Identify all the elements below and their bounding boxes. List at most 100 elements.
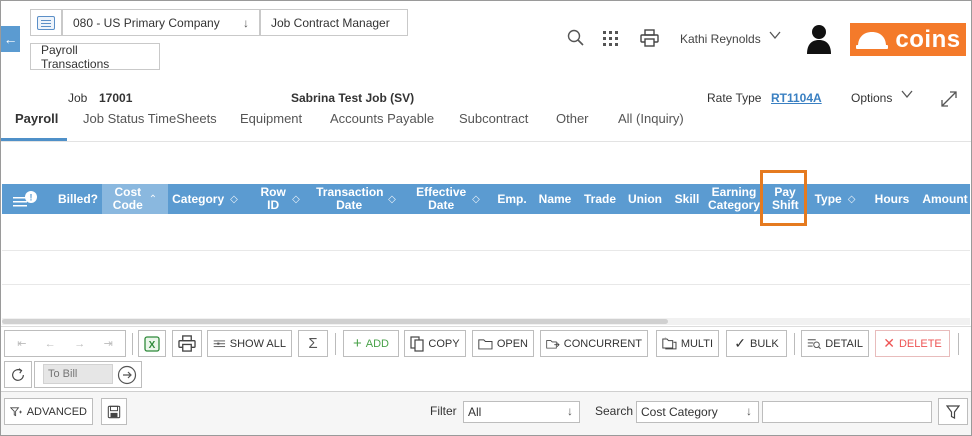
sort-icon[interactable]: ◇: [292, 193, 300, 206]
back-button[interactable]: ←: [1, 26, 20, 52]
print-icon[interactable]: [640, 29, 659, 47]
job-label: Job: [68, 91, 88, 105]
plus-icon: +: [353, 335, 362, 352]
column-name[interactable]: Name: [536, 184, 574, 214]
column-label: Billed?: [57, 191, 98, 206]
column-label: Amount: [922, 191, 968, 206]
go-arrow-icon[interactable]: [117, 365, 137, 385]
refresh-button[interactable]: [4, 361, 32, 388]
print-button[interactable]: [172, 330, 202, 357]
job-name: Sabrina Test Job (SV): [291, 91, 415, 105]
column-emp[interactable]: Emp.: [494, 184, 530, 214]
detail-icon: [807, 338, 821, 349]
last-page-icon[interactable]: ⇥: [104, 337, 113, 350]
open-button[interactable]: OPEN: [472, 330, 534, 357]
column-label: Effective Date: [416, 185, 467, 212]
divider: [1, 141, 971, 142]
filter-value: All: [468, 405, 482, 419]
column-type[interactable]: Type ◇: [810, 184, 860, 214]
grid-header: ! Billed? Cost Code ⌃ Category ◇ Row ID ◇ T…: [2, 184, 970, 214]
menu-button[interactable]: [30, 9, 62, 36]
column-amount[interactable]: Amount: [920, 184, 970, 214]
filter-select[interactable]: All ↓: [463, 401, 580, 423]
sum-button[interactable]: Σ: [298, 330, 328, 357]
column-union[interactable]: Union: [626, 184, 664, 214]
rate-type-link[interactable]: RT1104A: [771, 91, 822, 105]
tab-payroll[interactable]: Payroll: [15, 111, 58, 126]
hardhat-icon: [856, 31, 889, 49]
sort-icon[interactable]: ◇: [388, 193, 396, 206]
search-field-value: Cost Category: [641, 405, 718, 419]
options-menu[interactable]: Options: [851, 91, 892, 105]
search-icon[interactable]: [567, 29, 585, 47]
options-chevron-icon[interactable]: [901, 89, 913, 99]
column-hours[interactable]: Hours: [872, 184, 912, 214]
bulk-button[interactable]: ✓ BULK: [726, 330, 787, 357]
column-row-id[interactable]: Row ID ◇: [252, 184, 308, 214]
list-menu-icon: [37, 15, 55, 30]
column-trade[interactable]: Trade: [581, 184, 619, 214]
copy-button[interactable]: COPY: [404, 330, 466, 357]
detail-button[interactable]: DETAIL: [801, 330, 869, 357]
show-all-label: SHOW ALL: [229, 337, 286, 350]
add-label: ADD: [365, 337, 389, 350]
tab-job-status-timesheets[interactable]: Job Status TimeSheets: [83, 111, 217, 126]
column-transaction-date[interactable]: Transaction Date ◇: [310, 184, 402, 214]
column-cost-code[interactable]: Cost Code ⌃: [102, 184, 168, 214]
sort-icon[interactable]: ◇: [472, 193, 480, 206]
sigma-icon: Σ: [308, 335, 318, 352]
divider: [958, 333, 959, 355]
concurrent-button[interactable]: CONCURRENT: [540, 330, 648, 357]
chevron-down-icon[interactable]: [769, 30, 781, 40]
horizontal-scrollbar[interactable]: [2, 319, 668, 324]
concurrent-icon: [546, 339, 560, 349]
sort-icon[interactable]: ◇: [230, 193, 238, 206]
column-label: Category: [172, 191, 225, 206]
column-settings-button[interactable]: !: [8, 184, 42, 214]
sort-icon[interactable]: ◇: [848, 193, 856, 206]
save-filter-button[interactable]: [101, 398, 127, 425]
filter-button[interactable]: [938, 398, 968, 425]
search-input[interactable]: [762, 401, 932, 423]
prev-page-icon[interactable]: ←: [45, 338, 56, 350]
first-page-icon[interactable]: ⇤: [17, 337, 26, 350]
tab-bar: Payroll Job Status TimeSheets Equipment …: [1, 109, 971, 141]
bulk-label: BULK: [749, 337, 779, 350]
column-effective-date[interactable]: Effective Date ◇: [407, 184, 489, 214]
tab-other[interactable]: Other: [556, 111, 589, 126]
tab-subcontract[interactable]: Subcontract: [459, 111, 528, 126]
multi-button[interactable]: MULTI: [656, 330, 719, 357]
sort-asc-icon[interactable]: ⌃: [149, 193, 157, 206]
breadcrumb-company[interactable]: 080 - US Primary Company ↓: [62, 9, 260, 36]
add-button[interactable]: + ADD: [343, 330, 399, 357]
to-bill-input[interactable]: [43, 364, 113, 384]
tab-all-inquiry[interactable]: All (Inquiry): [618, 111, 684, 126]
export-excel-button[interactable]: X: [138, 330, 166, 357]
breadcrumb-module[interactable]: Job Contract Manager: [260, 9, 408, 36]
detail-label: DETAIL: [825, 337, 863, 350]
apps-grid-icon[interactable]: [602, 30, 619, 47]
advanced-filter-button[interactable]: ADVANCED: [4, 398, 93, 425]
highlight-box: [760, 170, 807, 226]
tab-accounts-payable[interactable]: Accounts Payable: [330, 111, 434, 126]
column-category[interactable]: Category ◇: [168, 184, 242, 214]
copy-icon: [410, 335, 425, 352]
grid-row-divider: [2, 284, 970, 285]
breadcrumb-page[interactable]: Payroll Transactions: [30, 43, 160, 71]
column-earning-category[interactable]: Earning Category: [707, 184, 761, 214]
company-label: 080 - US Primary Company: [73, 15, 220, 30]
avatar[interactable]: [805, 23, 833, 55]
column-billed[interactable]: Billed?: [54, 184, 102, 214]
column-label: Earning Category: [707, 185, 760, 212]
user-name[interactable]: Kathi Reynolds: [680, 32, 761, 46]
excel-icon: X: [144, 335, 160, 352]
tab-equipment[interactable]: Equipment: [240, 111, 302, 126]
column-skill[interactable]: Skill: [671, 184, 703, 214]
next-page-icon[interactable]: →: [74, 338, 85, 350]
expand-icon[interactable]: [939, 89, 959, 109]
delete-button[interactable]: ✕ DELETE: [875, 330, 950, 357]
copy-label: COPY: [428, 337, 460, 350]
check-icon: ✓: [734, 335, 746, 351]
search-field-select[interactable]: Cost Category ↓: [636, 401, 759, 423]
show-all-button[interactable]: SHOW ALL: [207, 330, 292, 357]
